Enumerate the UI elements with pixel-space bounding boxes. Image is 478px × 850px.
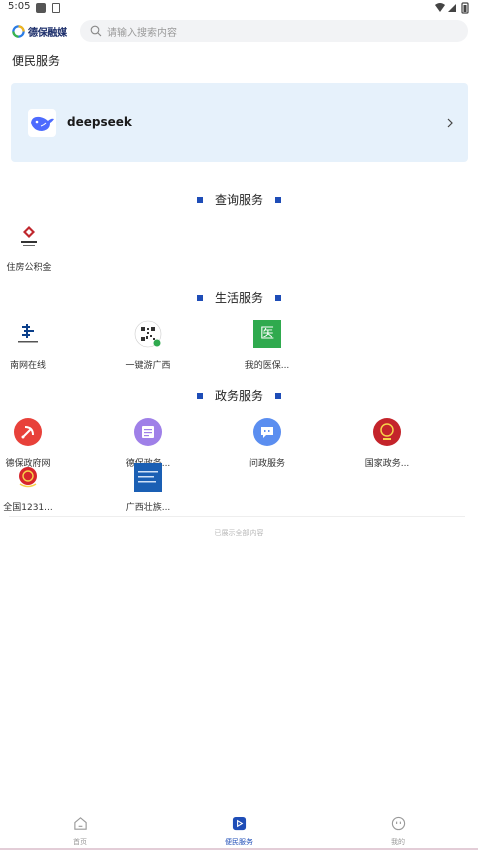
chevron-right-icon xyxy=(447,118,453,128)
nav-services[interactable]: 便民服务 xyxy=(209,816,269,850)
service-label: 住房公积金 xyxy=(6,263,52,273)
service-inquiry[interactable]: 问政服务 xyxy=(227,418,307,474)
bullet-square-icon xyxy=(275,196,281,203)
section-title-query-text: 查询服务 xyxy=(214,193,263,207)
logo-text: 德保融媒 xyxy=(28,27,67,39)
bottom-nav: 首页 便民服务 我的 xyxy=(0,806,478,850)
bullet-square-icon xyxy=(196,196,203,203)
end-of-content-note: 已展示全部内容 xyxy=(214,529,264,537)
service-national-gov[interactable]: 国家政务... xyxy=(347,418,427,474)
service-label: 广西壮族... xyxy=(125,503,171,513)
app-header: 德保融媒 请输入搜索内容 xyxy=(0,17,478,45)
service-label: 国家政务... xyxy=(364,459,410,469)
nav-services-label: 便民服务 xyxy=(225,838,253,846)
service-housing-fund[interactable]: 住房公积金 xyxy=(0,222,69,278)
home-icon xyxy=(74,817,87,830)
bullet-square-icon xyxy=(275,294,281,301)
nav-mine-label: 我的 xyxy=(391,838,405,846)
service-guangxi-zhuang[interactable]: 广西壮族... xyxy=(108,463,188,522)
nav-home-label: 首页 xyxy=(73,838,87,846)
gx-gov-banner-icon xyxy=(134,463,162,492)
search-icon xyxy=(90,25,102,37)
app-logo[interactable]: 德保融媒 xyxy=(12,23,67,39)
section-title-query: 查询服务 xyxy=(0,191,478,207)
bullet-square-icon xyxy=(196,294,203,301)
search-placeholder: 请输入搜索内容 xyxy=(107,28,177,39)
services-play-icon xyxy=(232,816,247,831)
sim-icon xyxy=(52,3,60,13)
nav-home[interactable]: 首页 xyxy=(50,816,110,850)
qr-code-icon xyxy=(134,320,162,348)
national-emblem-small-icon xyxy=(19,467,37,488)
notification-icon xyxy=(36,3,46,13)
service-label: 全国1231... xyxy=(3,503,53,513)
bullet-square-icon xyxy=(275,392,281,399)
deepseek-card[interactable]: deepseek xyxy=(11,83,468,162)
service-csg-online[interactable]: 南网在线 xyxy=(0,320,68,376)
medical-insurance-icon: 医 xyxy=(253,320,281,348)
deepseek-logo-icon xyxy=(28,109,56,137)
search-input[interactable]: 请输入搜索内容 xyxy=(80,20,468,42)
status-time: 5:05 xyxy=(8,1,31,12)
service-label: 南网在线 xyxy=(9,361,46,371)
section-title-life-text: 生活服务 xyxy=(214,291,263,305)
wifi-signal-battery-icon xyxy=(435,2,469,14)
content-divider xyxy=(9,516,465,517)
service-medical-insurance[interactable]: 医 我的医保... xyxy=(227,320,307,376)
chat-bubble-icon xyxy=(253,418,281,446)
section-title-gov-text: 政务服务 xyxy=(214,389,263,403)
service-national-12315[interactable]: 全国1231... xyxy=(0,466,68,522)
party-emblem-icon xyxy=(14,418,42,446)
service-label: 问政服务 xyxy=(248,459,285,469)
section-title-life: 生活服务 xyxy=(0,289,478,305)
nav-mine[interactable]: 我的 xyxy=(368,816,428,850)
bullet-square-icon xyxy=(196,392,203,399)
service-gx-tour[interactable]: 一键游广西 xyxy=(108,320,188,376)
national-emblem-icon xyxy=(373,418,401,446)
profile-face-icon xyxy=(391,816,406,831)
logo-swirl-icon xyxy=(12,24,25,38)
section-title-gov: 政务服务 xyxy=(0,387,478,403)
status-bar: 5:05 xyxy=(0,0,478,16)
service-label: 一键游广西 xyxy=(125,361,171,371)
china-southern-grid-icon xyxy=(18,324,38,343)
deepseek-name: deepseek xyxy=(67,115,132,129)
medical-icon-text: 医 xyxy=(260,326,274,342)
housing-fund-icon xyxy=(21,226,37,246)
page-title: 便民服务 xyxy=(12,54,61,68)
document-icon xyxy=(134,418,162,446)
service-label: 我的医保... xyxy=(244,361,290,371)
